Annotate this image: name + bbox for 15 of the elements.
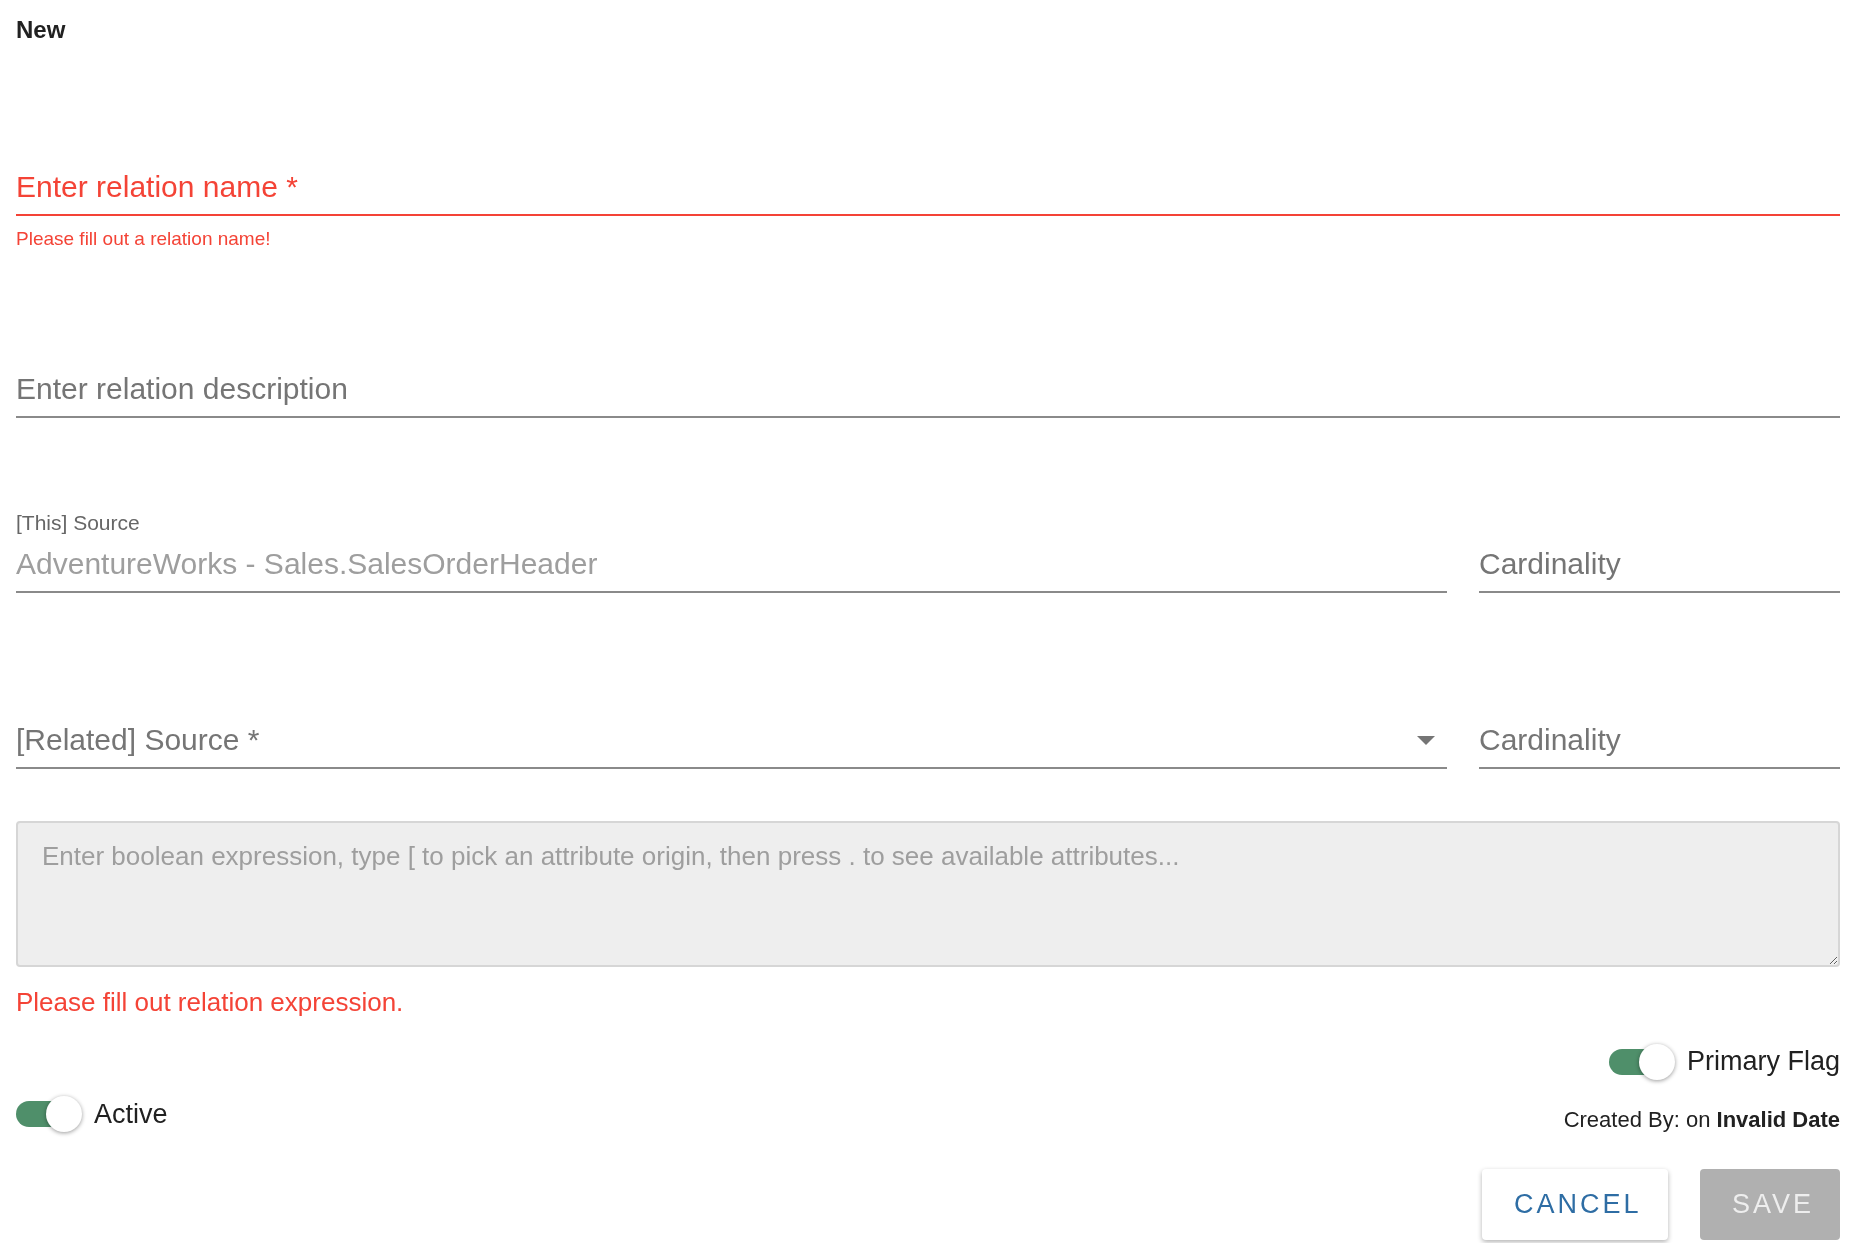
- primary-flag-toggle[interactable]: Primary Flag: [1608, 1046, 1840, 1077]
- cardinality-field[interactable]: Cardinality: [1479, 547, 1840, 593]
- relation-name-field[interactable]: Enter relation name *: [16, 170, 1840, 216]
- related-source-dropdown[interactable]: [Related] Source *: [16, 723, 1447, 769]
- error-message: Please fill out a relation name!: [16, 228, 272, 250]
- active-toggle[interactable]: Active: [16, 1098, 168, 1130]
- created-by-text: Created By: on Invalid Date: [1563, 1107, 1840, 1133]
- caret-icon: [1417, 735, 1435, 745]
- source-field: [This] Source AdventureWorks - Sales.SalesOrderHeader: [16, 511, 1447, 593]
- cancel-button[interactable]: CANCEL: [1482, 1169, 1668, 1240]
- relation-description-field[interactable]: Enter relation description: [16, 372, 1840, 418]
- form-title: New: [16, 16, 67, 45]
- cardinality-field[interactable]: Cardinality: [1479, 723, 1840, 769]
- error-message: Please fill out relation expression.: [16, 987, 405, 1018]
- expression-field[interactable]: Enter boolean expression, type [ to pick an attribute origin, then press . to see available attributes...: [16, 821, 1840, 967]
